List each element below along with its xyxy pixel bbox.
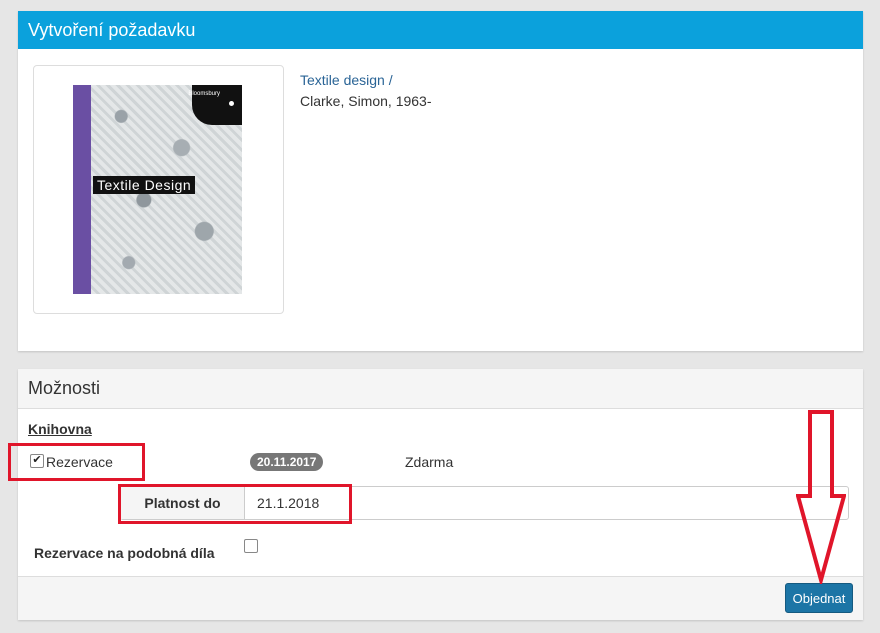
book-cover-image: Bloomsbury Textile Design <box>73 85 242 294</box>
similar-works-label: Rezervace na podobná díla <box>34 545 215 561</box>
reservation-price: Zdarma <box>405 454 454 470</box>
options-panel: Možnosti Knihovna ✔ Rezervace 20.11.2017… <box>8 369 863 620</box>
book-author: Clarke, Simon, 1963- <box>300 93 432 109</box>
reservation-checkbox[interactable]: ✔ <box>30 454 44 468</box>
cover-spine <box>73 85 91 294</box>
options-panel-footer: Objednat <box>18 576 863 620</box>
reservation-label: Rezervace <box>46 454 113 470</box>
options-panel-title: Možnosti <box>18 369 863 409</box>
book-cover-thumbnail[interactable]: Bloomsbury Textile Design <box>33 65 284 314</box>
request-panel: Vytvoření požadavku Bloomsbury Textile D… <box>18 11 863 351</box>
library-label: Knihovna <box>28 421 92 437</box>
validity-highlight-box <box>118 484 352 524</box>
request-panel-title: Vytvoření požadavku <box>18 11 863 49</box>
reservation-date-badge: 20.11.2017 <box>250 453 324 471</box>
similar-works-checkbox[interactable] <box>244 539 258 553</box>
order-button[interactable]: Objednat <box>785 583 853 613</box>
cover-title: Textile Design <box>93 176 196 194</box>
down-arrow-annotation-icon <box>796 410 846 584</box>
book-title-link[interactable]: Textile design / <box>300 72 393 88</box>
publisher-badge-dot <box>229 101 234 106</box>
publisher-badge-text: Bloomsbury <box>188 91 220 97</box>
